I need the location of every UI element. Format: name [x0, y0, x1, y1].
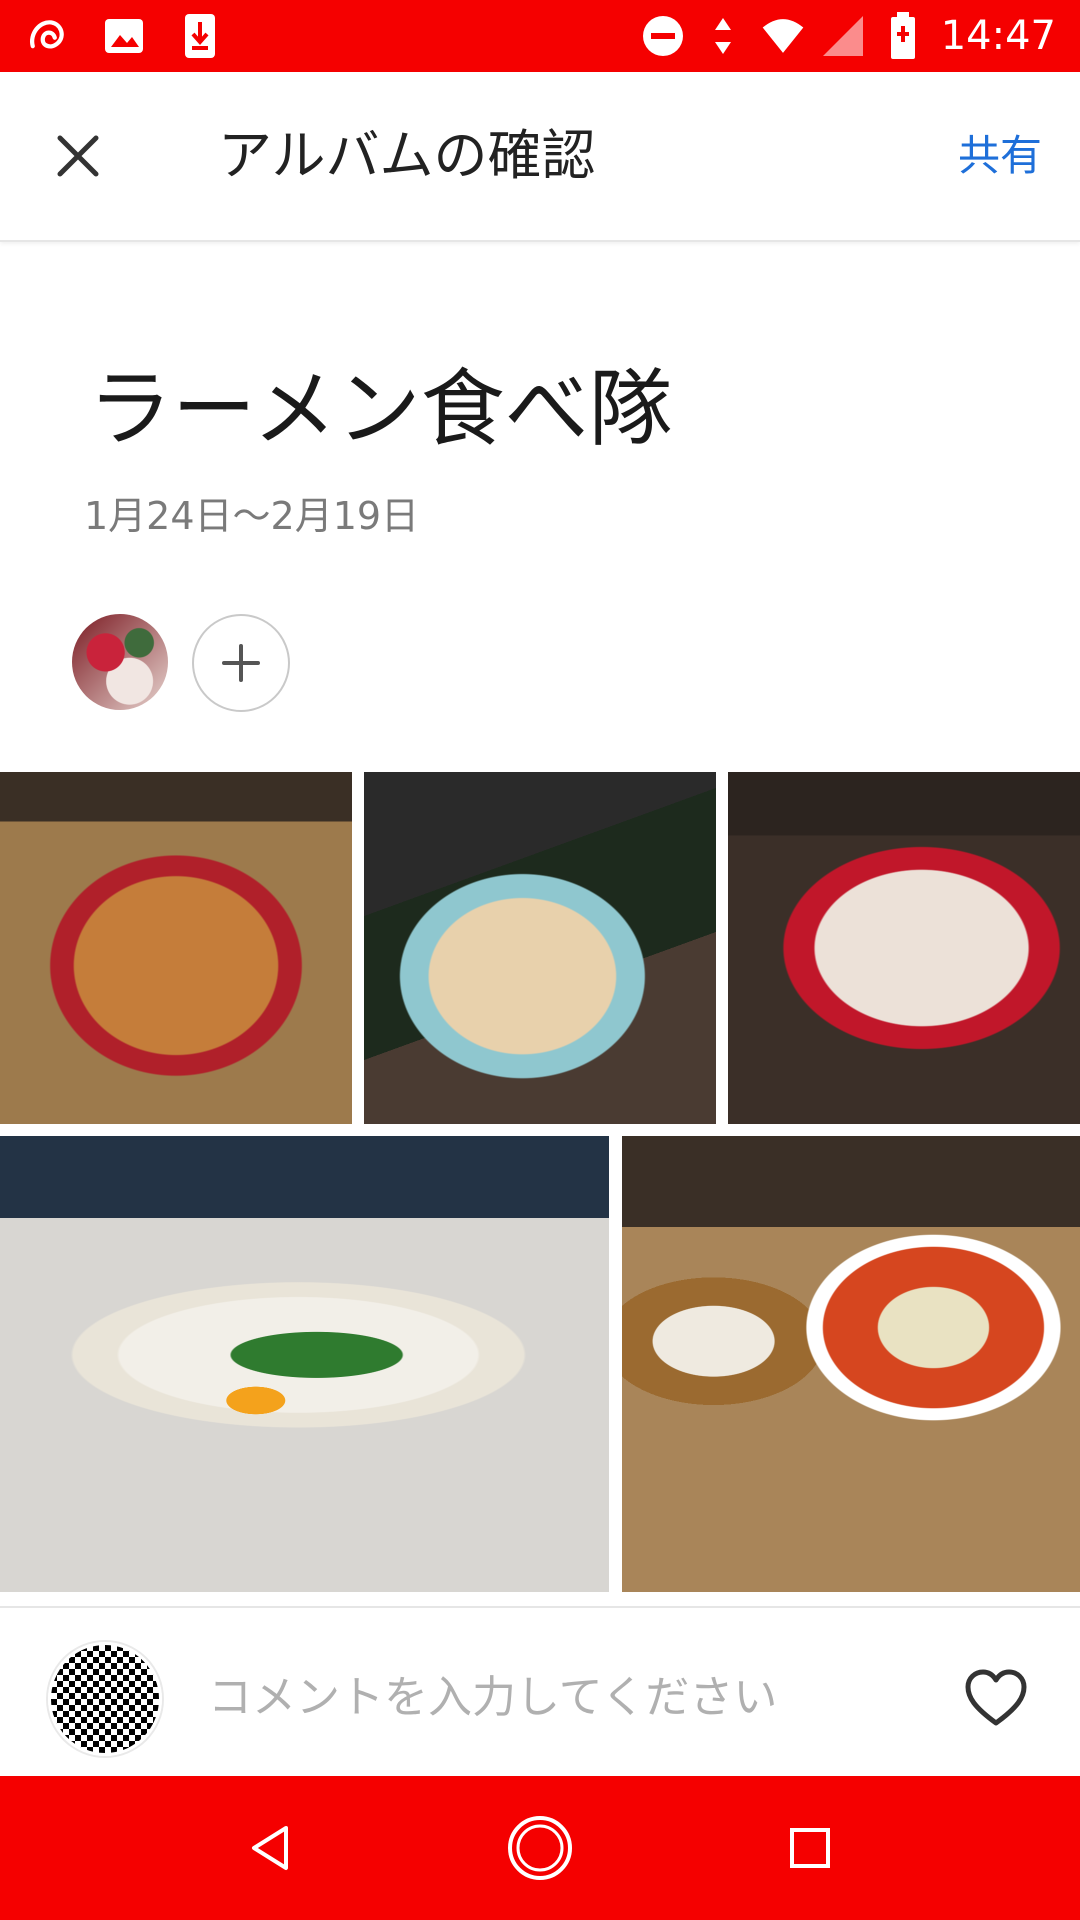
battery-icon — [881, 10, 925, 62]
status-left — [26, 10, 222, 62]
heart-icon — [965, 1669, 1027, 1726]
status-bar: 14:47 — [0, 0, 1080, 72]
recent-square-icon — [790, 1828, 830, 1868]
add-member-button[interactable] — [192, 614, 290, 712]
comment-input[interactable] — [206, 1656, 910, 1738]
do-not-disturb-icon — [641, 10, 685, 62]
photo-1[interactable] — [0, 772, 352, 1124]
status-time: 14:47 — [940, 13, 1056, 59]
app-bar: アルバムの確認 共有 — [0, 72, 1080, 242]
recent-apps-button[interactable] — [774, 1812, 846, 1884]
close-icon — [57, 135, 99, 177]
back-button[interactable] — [234, 1812, 306, 1884]
image-icon — [102, 10, 146, 62]
album-title: ラーメン食べ隊 — [88, 360, 673, 458]
status-right: 14:47 — [641, 8, 1056, 64]
home-button[interactable] — [504, 1812, 576, 1884]
wifi-icon — [761, 10, 805, 62]
plus-icon — [222, 644, 260, 682]
user-avatar[interactable] — [48, 1642, 162, 1756]
home-circle-icon — [508, 1816, 572, 1880]
download-icon — [178, 10, 222, 62]
photo-4[interactable] — [0, 1136, 609, 1592]
navigation-bar — [0, 1776, 1080, 1920]
photo-3[interactable] — [728, 772, 1080, 1124]
like-button[interactable] — [956, 1658, 1036, 1738]
app-logo-icon — [26, 10, 70, 62]
signal-icon — [821, 10, 865, 62]
member-avatar[interactable] — [72, 614, 168, 710]
back-triangle-icon — [252, 1826, 288, 1870]
close-button[interactable] — [38, 116, 118, 196]
page-title: アルバムの確認 — [218, 124, 596, 187]
photo-5[interactable] — [622, 1136, 1080, 1592]
album-date-range: 1月24日〜2月19日 — [84, 494, 420, 538]
comment-bar — [0, 1606, 1080, 1778]
share-button[interactable]: 共有 — [958, 124, 1042, 188]
data-arrows-icon — [701, 10, 745, 62]
photo-2[interactable] — [364, 772, 716, 1124]
